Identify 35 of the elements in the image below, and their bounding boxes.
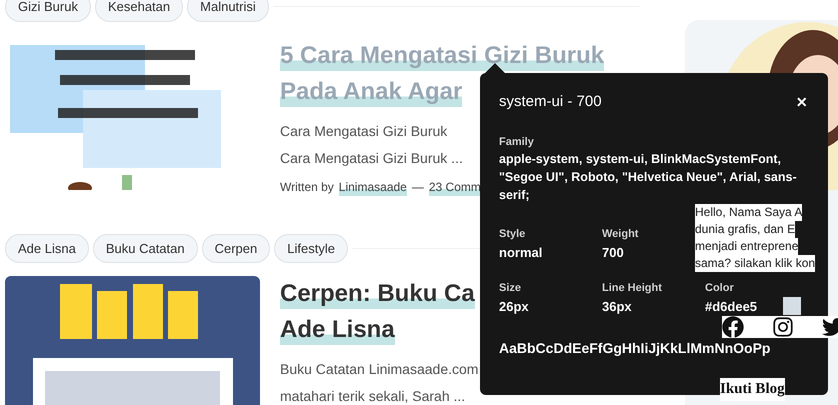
post-excerpt: matahari terik sekali, Sarah ... <box>280 387 466 405</box>
field-value: 36px <box>602 298 632 316</box>
field-value: normal <box>499 244 542 262</box>
instagram-icon[interactable] <box>772 316 794 338</box>
post-excerpt: Buku Catatan Linimasaade.com <box>280 360 480 379</box>
tag-link[interactable]: Ade Lisna <box>5 234 89 263</box>
about-text: sama? silakan klik kon <box>695 255 816 272</box>
byline-separator: — <box>412 178 424 196</box>
tag-link[interactable]: Kesehatan <box>94 0 184 22</box>
post-excerpt: Cara Mengatasi Gizi Buruk ... <box>280 148 464 168</box>
about-text: dunia grafis, dan E <box>695 221 796 238</box>
tag-link[interactable]: Cerpen <box>202 234 270 263</box>
tag-link[interactable]: Lifestyle <box>274 234 348 263</box>
field-label: Style <box>499 227 526 242</box>
field-value: apple-system, system-ui, BlinkMacSystemFont, "Segoe UI", Roboto, "Helvetica Neue", Arial, sans-serif; <box>499 151 798 204</box>
field-value: 26px <box>499 298 529 316</box>
twitter-icon[interactable] <box>822 316 838 338</box>
inspector-title: system-ui - 700 <box>499 92 602 112</box>
field-label: Line Height <box>602 281 663 296</box>
tag-link[interactable]: Gizi Buruk <box>5 0 91 22</box>
about-text: menjadi entreprene <box>695 238 798 255</box>
byline-label: Written by <box>280 178 334 196</box>
color-swatch <box>783 297 802 316</box>
close-button[interactable]: × <box>796 93 809 112</box>
post-excerpt: Cara Mengatasi Gizi Buruk <box>280 122 448 141</box>
facebook-icon[interactable] <box>722 316 744 338</box>
field-label: Size <box>499 281 522 296</box>
field-label: Color <box>705 281 735 296</box>
field-label: Family <box>499 134 535 150</box>
tag-link[interactable]: Buku Catatan <box>92 234 198 263</box>
tag-link[interactable]: Malnutrisi <box>187 0 269 22</box>
field-value: 700 <box>602 244 624 262</box>
field-value: #d6dee5 <box>705 298 758 316</box>
sidebar-heading: Ikuti Blog <box>720 378 785 400</box>
font-sample: AaBbCcDdEeFfGgHhIiJjKkLlMmNnOoPp <box>499 339 772 358</box>
